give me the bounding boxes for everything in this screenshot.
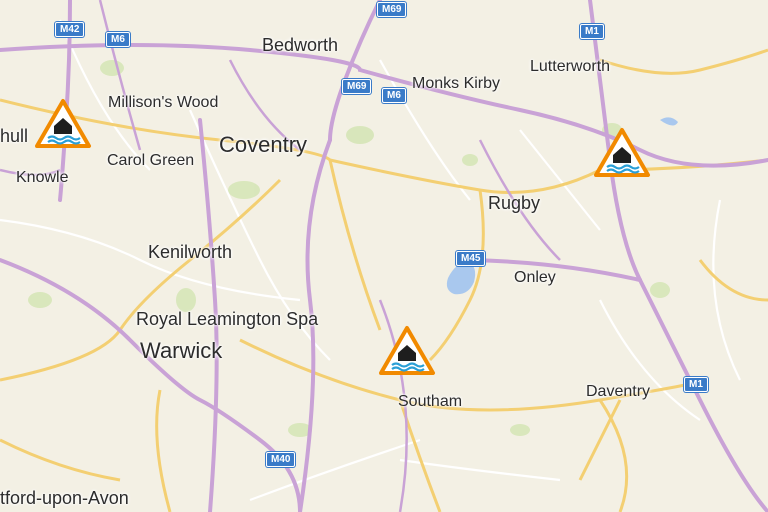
place-label-stratford-upon-avon: tford-upon-Avon xyxy=(0,488,129,508)
place-label-southam: Southam xyxy=(398,393,463,410)
place-label-millisons-wood: Millison's Wood xyxy=(108,94,219,111)
road-shield-m45: M45 xyxy=(456,251,486,266)
road-shield-m1: M1 xyxy=(580,24,604,39)
place-label-bedworth: Bedworth xyxy=(262,35,339,55)
road-shield-m69: M69 xyxy=(377,2,407,17)
place-label-solihull: hull xyxy=(0,126,29,146)
place-label-knowle: Knowle xyxy=(16,169,69,186)
road-shield-m69: M69 xyxy=(342,79,372,94)
place-label-carol-green: Carol Green xyxy=(107,152,195,169)
flood-warning-icon[interactable] xyxy=(378,325,436,377)
place-label-lutterworth: Lutterworth xyxy=(530,58,611,75)
road-shield-m6: M6 xyxy=(106,32,130,47)
road-shield-m1: M1 xyxy=(684,377,708,392)
flood-warning-icon[interactable] xyxy=(34,98,92,150)
flood-warning-icon[interactable] xyxy=(593,127,651,179)
place-label-monks-kirby: Monks Kirby xyxy=(412,75,501,92)
place-label-daventry: Daventry xyxy=(586,383,651,400)
place-label-warwick: Warwick xyxy=(140,338,223,363)
road-shield-m40: M40 xyxy=(266,452,296,467)
map-base-layer xyxy=(0,0,768,512)
place-label-coventry: Coventry xyxy=(219,132,308,157)
place-label-kenilworth: Kenilworth xyxy=(148,242,233,262)
road-shield-m6: M6 xyxy=(382,88,406,103)
place-label-onley: Onley xyxy=(514,269,556,286)
road-shield-m42: M42 xyxy=(55,22,85,37)
map-view[interactable]: Bedworth Monks Kirby Lutterworth Milliso… xyxy=(0,0,768,512)
place-label-royal-leamington-spa: Royal Leamington Spa xyxy=(136,309,319,329)
place-label-rugby: Rugby xyxy=(488,193,541,213)
